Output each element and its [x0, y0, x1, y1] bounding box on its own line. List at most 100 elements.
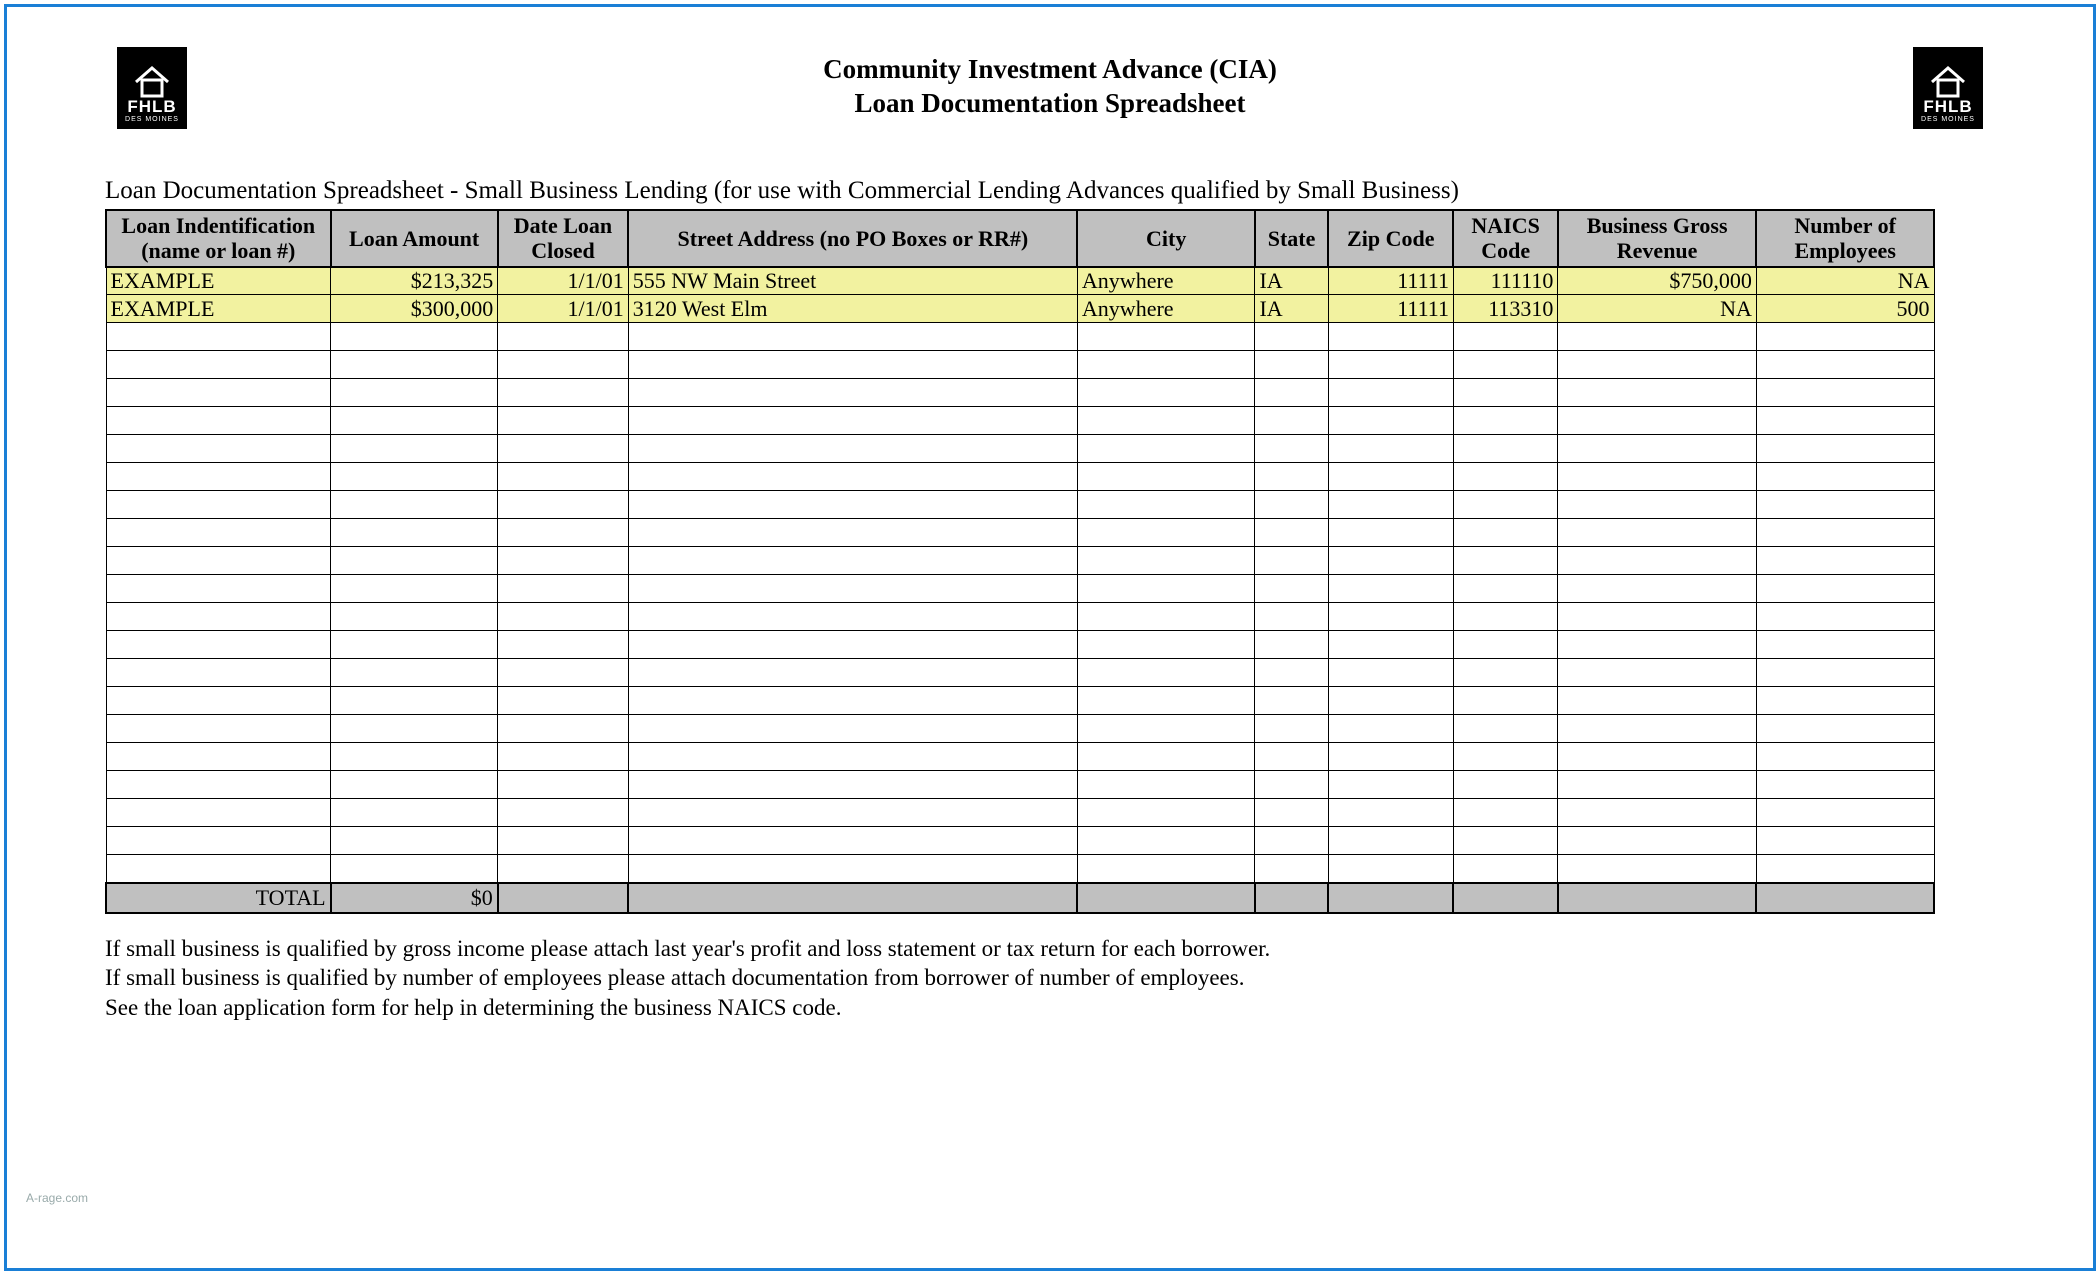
empty-cell	[1255, 855, 1328, 883]
empty-cell	[1255, 687, 1328, 715]
logo-subtext: DES MOINES	[125, 115, 179, 125]
empty-cell	[1453, 743, 1557, 771]
cell-city: Anywhere	[1077, 267, 1255, 295]
empty-cell	[498, 491, 629, 519]
empty-cell	[628, 603, 1077, 631]
empty-cell	[628, 519, 1077, 547]
empty-cell	[331, 435, 498, 463]
col-zip: Zip Code	[1328, 210, 1453, 267]
cell-employees: 500	[1756, 295, 1934, 323]
empty-cell	[1558, 827, 1756, 855]
empty-cell	[106, 407, 331, 435]
col-naics: NAICS Code	[1453, 210, 1557, 267]
empty-cell	[331, 323, 498, 351]
total-empty-cell	[1255, 883, 1328, 913]
empty-cell	[1558, 575, 1756, 603]
empty-cell	[1255, 463, 1328, 491]
empty-row	[106, 491, 1934, 519]
empty-cell	[1328, 575, 1453, 603]
empty-cell	[106, 743, 331, 771]
empty-cell	[1255, 351, 1328, 379]
total-empty-cell	[498, 883, 629, 913]
empty-cell	[331, 519, 498, 547]
col-street: Street Address (no PO Boxes or RR#)	[628, 210, 1077, 267]
house-icon	[1928, 64, 1968, 98]
empty-cell	[1328, 855, 1453, 883]
empty-row	[106, 435, 1934, 463]
empty-cell	[1328, 323, 1453, 351]
empty-cell	[498, 323, 629, 351]
empty-row	[106, 407, 1934, 435]
empty-cell	[1756, 743, 1934, 771]
empty-cell	[331, 463, 498, 491]
empty-cell	[498, 687, 629, 715]
empty-cell	[1255, 799, 1328, 827]
empty-cell	[1453, 407, 1557, 435]
empty-row	[106, 603, 1934, 631]
empty-cell	[1255, 491, 1328, 519]
empty-cell	[1558, 743, 1756, 771]
empty-cell	[1328, 379, 1453, 407]
empty-cell	[1756, 519, 1934, 547]
empty-cell	[1328, 491, 1453, 519]
empty-cell	[1756, 687, 1934, 715]
empty-cell	[1558, 855, 1756, 883]
empty-cell	[1328, 351, 1453, 379]
empty-cell	[1756, 575, 1934, 603]
empty-cell	[331, 603, 498, 631]
empty-cell	[331, 827, 498, 855]
empty-cell	[106, 799, 331, 827]
empty-cell	[1558, 519, 1756, 547]
empty-cell	[106, 771, 331, 799]
empty-cell	[1558, 799, 1756, 827]
empty-cell	[1077, 659, 1255, 687]
empty-cell	[1328, 687, 1453, 715]
empty-cell	[1077, 603, 1255, 631]
empty-cell	[498, 519, 629, 547]
empty-cell	[1077, 379, 1255, 407]
empty-cell	[1756, 323, 1934, 351]
cell-revenue: NA	[1558, 295, 1756, 323]
empty-cell	[331, 575, 498, 603]
empty-cell	[628, 855, 1077, 883]
empty-cell	[1255, 631, 1328, 659]
empty-cell	[1077, 687, 1255, 715]
title-block: Community Investment Advance (CIA) Loan …	[187, 47, 1913, 121]
col-date-closed: Date Loan Closed	[498, 210, 629, 267]
empty-cell	[331, 687, 498, 715]
empty-cell	[1328, 827, 1453, 855]
empty-cell	[106, 463, 331, 491]
total-label: TOTAL	[106, 883, 331, 913]
table-header-row: Loan Indentification (name or loan #) Lo…	[106, 210, 1934, 267]
empty-cell	[1255, 519, 1328, 547]
empty-cell	[628, 379, 1077, 407]
empty-cell	[1077, 771, 1255, 799]
empty-cell	[106, 715, 331, 743]
empty-cell	[1453, 687, 1557, 715]
col-loan-amount: Loan Amount	[331, 210, 498, 267]
logo-text: FHLB	[127, 98, 176, 115]
empty-cell	[1558, 379, 1756, 407]
empty-cell	[628, 687, 1077, 715]
empty-cell	[1453, 603, 1557, 631]
cell-zip: 11111	[1328, 295, 1453, 323]
empty-cell	[628, 351, 1077, 379]
empty-cell	[628, 407, 1077, 435]
empty-cell	[1077, 407, 1255, 435]
empty-row	[106, 799, 1934, 827]
empty-cell	[1077, 519, 1255, 547]
empty-cell	[106, 603, 331, 631]
col-revenue: Business Gross Revenue	[1558, 210, 1756, 267]
empty-row	[106, 463, 1934, 491]
empty-cell	[1756, 491, 1934, 519]
empty-cell	[1756, 351, 1934, 379]
empty-row	[106, 687, 1934, 715]
empty-cell	[1756, 603, 1934, 631]
empty-cell	[331, 379, 498, 407]
note-line: See the loan application form for help i…	[105, 993, 2043, 1023]
empty-cell	[498, 547, 629, 575]
empty-cell	[1756, 379, 1934, 407]
cell-street: 555 NW Main Street	[628, 267, 1077, 295]
empty-cell	[1255, 771, 1328, 799]
empty-cell	[1453, 491, 1557, 519]
